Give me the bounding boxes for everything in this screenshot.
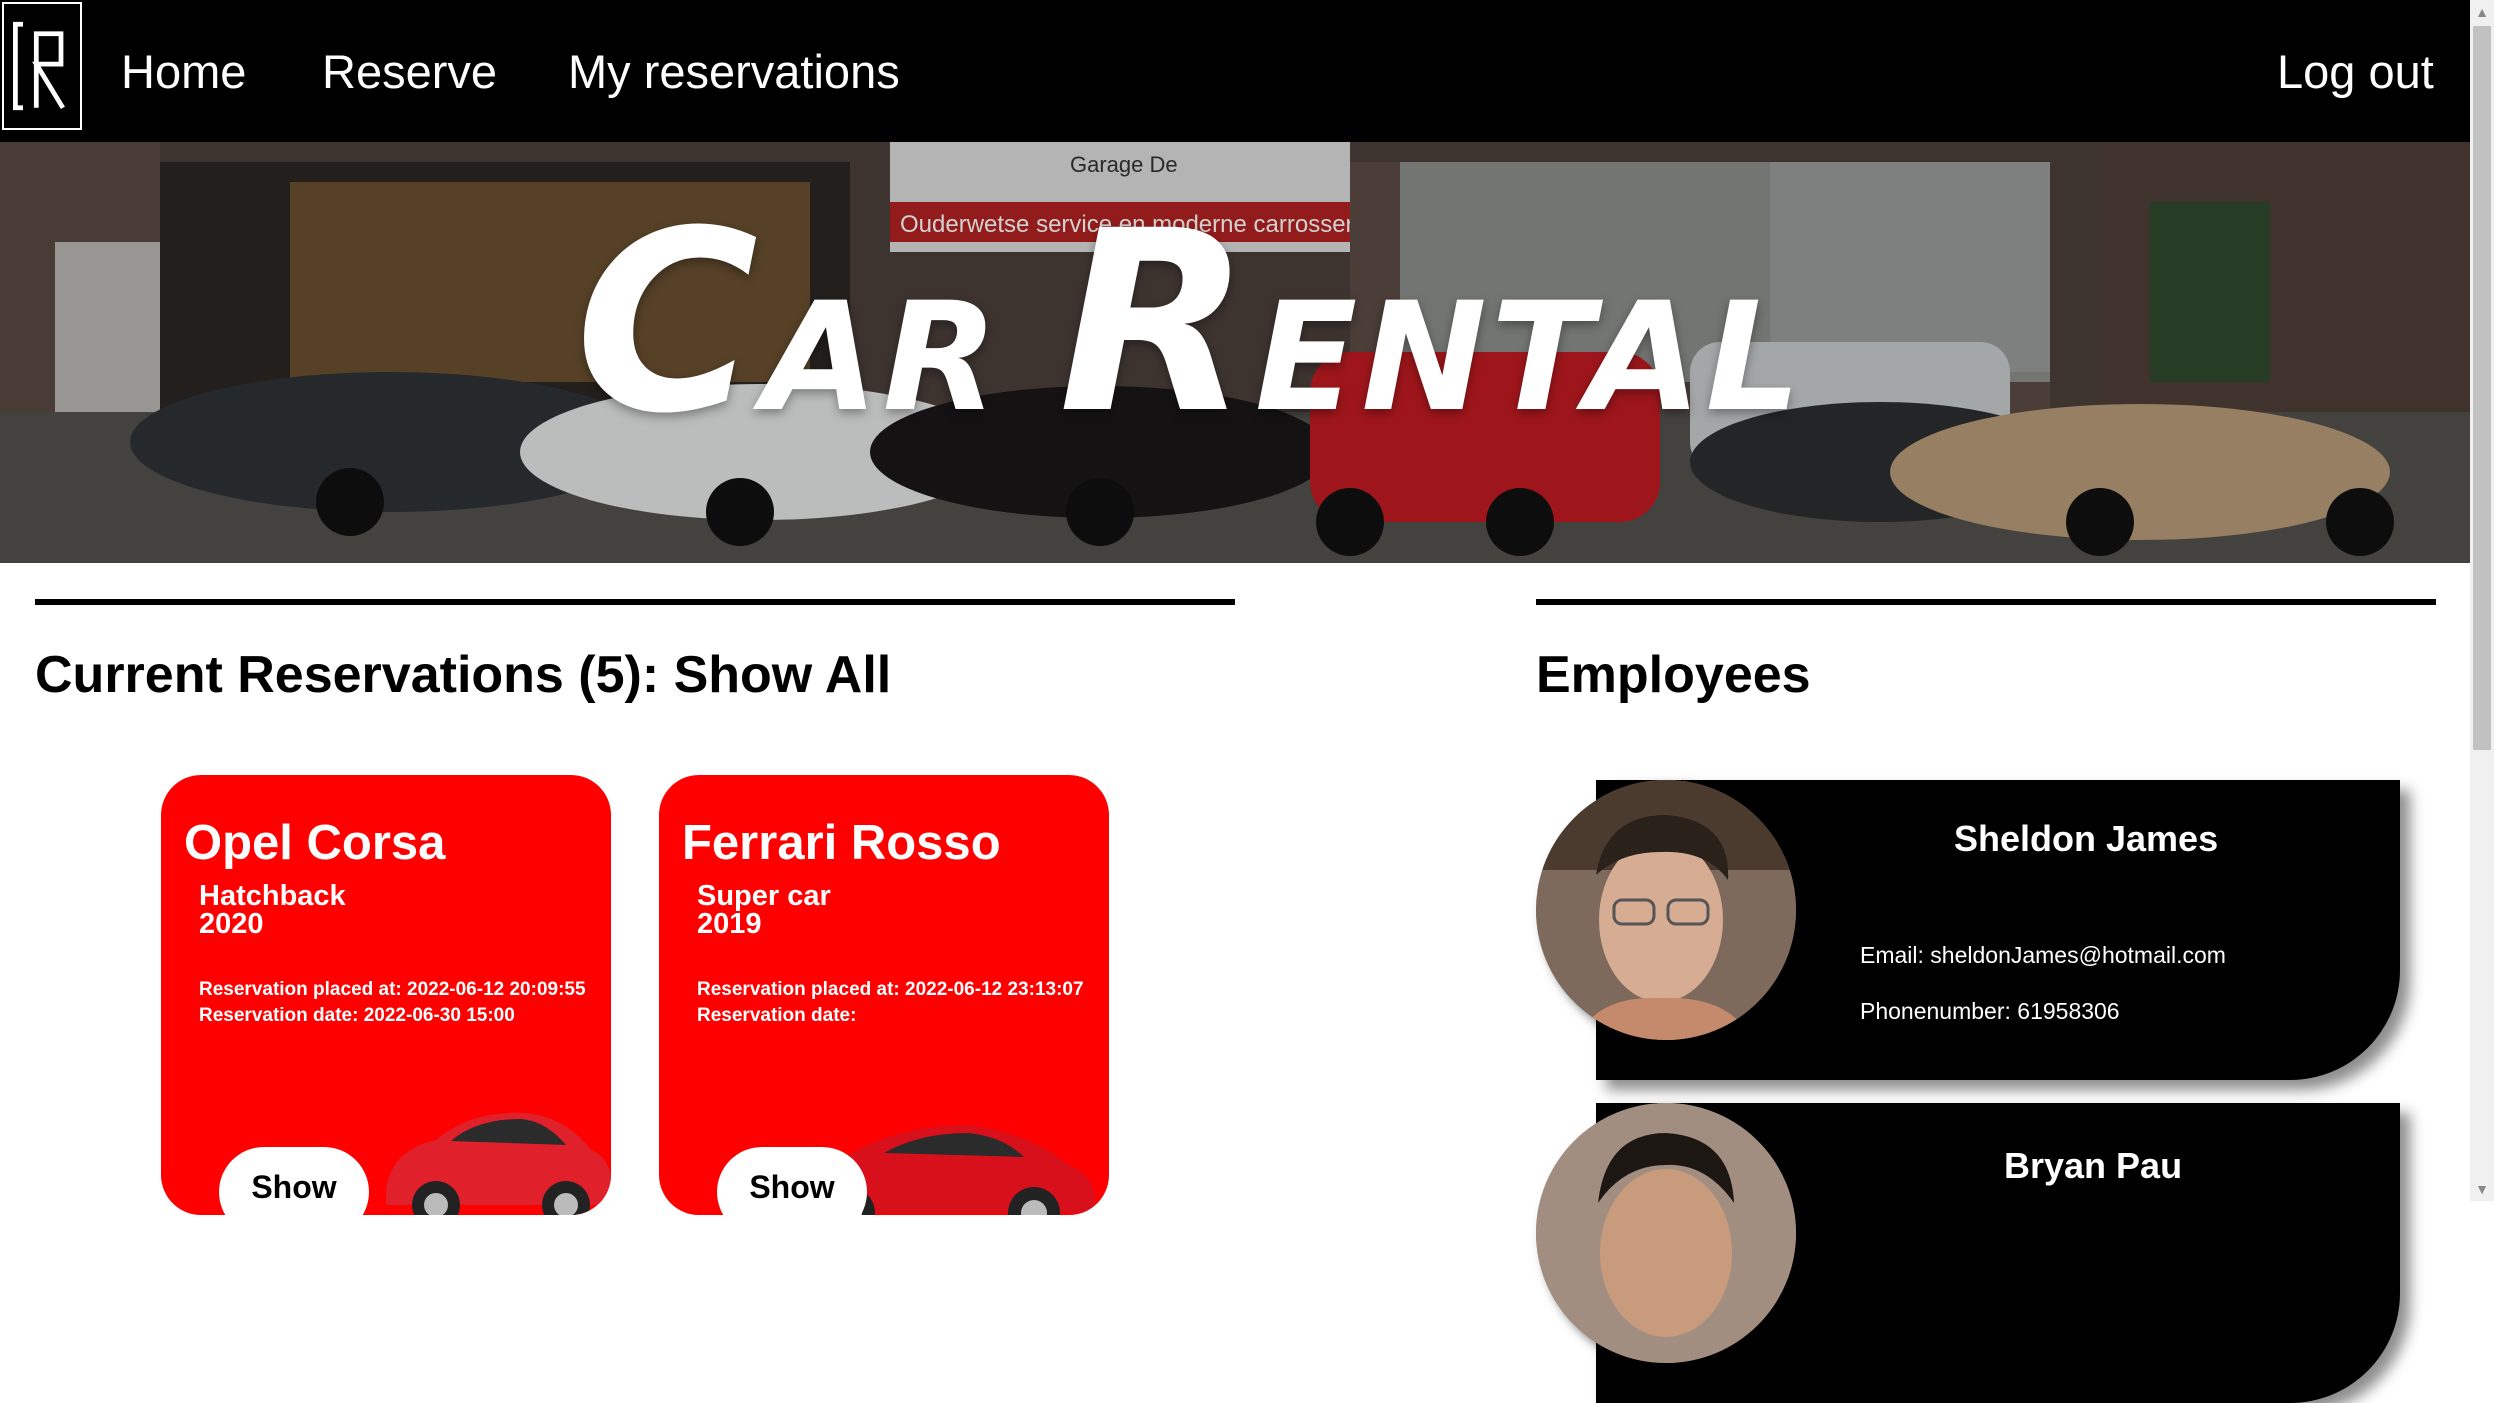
employees-title: Employees	[1536, 646, 1811, 704]
car-image	[386, 1112, 611, 1215]
scroll-up-icon[interactable]: ▲	[2470, 0, 2494, 24]
show-reservation-button[interactable]: Show	[717, 1147, 867, 1215]
page-scrollbar[interactable]: ▲ ▼	[2470, 0, 2494, 1201]
reservation-placed-at: Reservation placed at: 2022-06-12 23:13:…	[697, 979, 1084, 1000]
employee-avatar	[1536, 780, 1796, 1040]
employee-card: Bryan Pau	[1536, 1103, 2400, 1403]
employee-email: Email: sheldonJames@hotmail.com	[1860, 942, 2226, 968]
car-year: 2020	[199, 908, 264, 940]
nav-home-link[interactable]: Home	[121, 40, 246, 104]
car-type: Hatchback	[199, 880, 346, 912]
logo-icon	[13, 21, 65, 111]
employee-card: Sheldon James Email: sheldonJames@hotmai…	[1536, 780, 2400, 1080]
employee-name: Sheldon James	[1954, 818, 2219, 859]
logout-link[interactable]: Log out	[2277, 40, 2434, 104]
reservation-card: Ferrari Rosso Super car 2019 Reservation…	[659, 775, 1109, 1215]
show-reservation-button[interactable]: Show	[219, 1147, 369, 1215]
section-divider	[1536, 599, 2436, 605]
car-name: Ferrari Rosso	[682, 816, 1001, 870]
logo[interactable]	[2, 2, 82, 130]
reservation-card: Opel Corsa Hatchback 2020 Reservation pl…	[161, 775, 611, 1215]
nav-reserve-link[interactable]: Reserve	[322, 40, 497, 104]
section-divider	[35, 599, 1235, 605]
hero-title: CAR RENTAL	[575, 177, 1806, 468]
employee-name: Bryan Pau	[2004, 1145, 2183, 1186]
reservation-date: Reservation date: 2022-06-30 15:00	[199, 1005, 515, 1026]
scrollbar-thumb[interactable]	[2473, 26, 2491, 750]
top-navigation-bar: Home Reserve My reservations Log out	[0, 0, 2470, 142]
employee-avatar	[1536, 1103, 1796, 1363]
reservation-date: Reservation date:	[697, 1005, 857, 1026]
employee-phone: Phonenumber: 61958306	[1860, 998, 2120, 1024]
nav-my-reservations-link[interactable]: My reservations	[568, 40, 900, 104]
car-type: Super car	[697, 880, 831, 912]
hero-banner: Garage De Ouderwetse service en moderne …	[0, 142, 2470, 563]
reservations-title[interactable]: Current Reservations (5): Show All	[35, 640, 891, 710]
car-name: Opel Corsa	[184, 816, 446, 870]
scroll-down-icon[interactable]: ▼	[2470, 1177, 2494, 1201]
car-year: 2019	[697, 908, 762, 940]
reservation-placed-at: Reservation placed at: 2022-06-12 20:09:…	[199, 979, 586, 1000]
